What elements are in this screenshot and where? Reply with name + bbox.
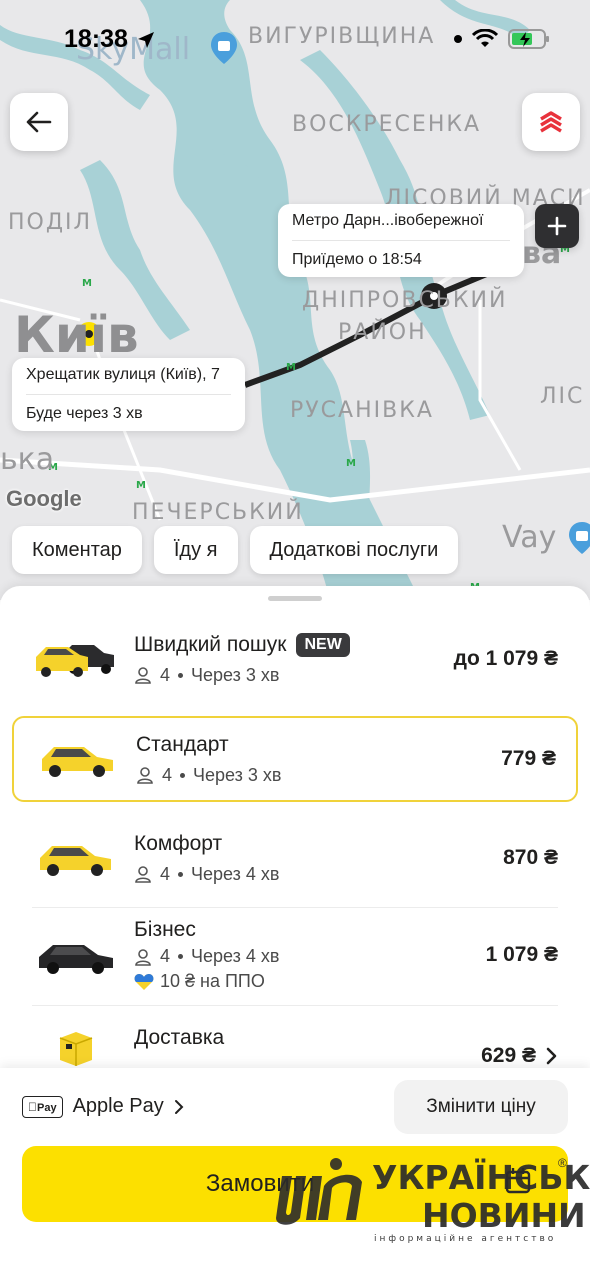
map-label-vay: Vay xyxy=(502,520,557,555)
svg-text:М: М xyxy=(136,480,146,491)
promo-text: 10 ₴ на ППО xyxy=(160,971,265,991)
wait-time: Через 4 хв xyxy=(191,863,280,884)
svg-text:М: М xyxy=(286,362,296,373)
destination-bubble[interactable]: Метро Дарн...івобережної Приїдемо о 18:5… xyxy=(278,204,524,277)
meta-dot xyxy=(178,672,184,678)
tariff-name: Бізнес xyxy=(134,918,196,941)
car-yellow-icon xyxy=(28,729,128,789)
tariff-comfort[interactable]: Комфорт 4 Через 4 хв 870 ₴ xyxy=(12,815,578,901)
tariff-price: 779 ₴ xyxy=(501,747,556,770)
car-black-icon xyxy=(26,925,126,985)
order-button[interactable]: Замовити xyxy=(22,1146,568,1222)
order-panel: Pay Apple Pay Змінити ціну Замовити xyxy=(0,1068,590,1280)
wait-time: Через 3 хв xyxy=(193,764,282,785)
google-logo: Google xyxy=(6,486,82,511)
signal-dot-icon xyxy=(454,35,462,43)
wifi-icon xyxy=(472,29,498,47)
status-time: 18:38 xyxy=(64,25,128,53)
location-arrow-icon xyxy=(138,32,154,48)
pickup-bubble[interactable]: Хрещатик вулиця (Київ), 7 Буде через 3 х… xyxy=(12,358,245,431)
extra-services-chip[interactable]: Додаткові послуги xyxy=(249,526,459,574)
destination-eta: Приїдемо о 18:54 xyxy=(292,251,422,268)
back-button[interactable] xyxy=(10,93,68,151)
payment-method-button[interactable]: Pay Apple Pay xyxy=(22,1095,184,1118)
tariff-price: до 1 079 ₴ xyxy=(453,647,558,670)
layers-icon xyxy=(540,111,562,133)
mall-pin-icon xyxy=(211,32,237,64)
tariff-price: 870 ₴ xyxy=(503,846,558,869)
map-label-kyiv: Київ xyxy=(14,306,139,364)
map-label-pecherskyi: ПЕЧЕРСЬКИЙ xyxy=(132,500,304,525)
car-pair-icon xyxy=(26,629,126,689)
passenger-icon xyxy=(135,667,151,684)
option-chips: Коментар Їду я Додаткові послуги xyxy=(12,526,459,574)
chevron-right-icon xyxy=(546,1047,557,1065)
meta-dot xyxy=(178,871,184,877)
package-icon xyxy=(26,1026,126,1070)
sheet-grabber[interactable] xyxy=(268,596,322,601)
map-label-rusanivka: РУСАНІВКА xyxy=(290,398,434,423)
map-label-raion: РАЙОН xyxy=(338,320,427,345)
status-icons xyxy=(454,28,550,50)
tariff-name: Комфорт xyxy=(134,831,223,855)
riding-myself-chip[interactable]: Їду я xyxy=(153,526,238,574)
order-label: Замовити xyxy=(205,1170,315,1197)
pickup-eta: Буде через 3 хв xyxy=(26,405,143,422)
passenger-icon xyxy=(135,866,151,883)
map-label-ka: ька xyxy=(0,442,55,477)
map-label-lis: ЛІС xyxy=(540,384,585,409)
seat-count: 4 xyxy=(162,764,173,785)
seat-count: 4 xyxy=(160,664,171,685)
battery-icon xyxy=(508,29,549,49)
destination-name: Метро Дарн...івобережної xyxy=(292,212,510,241)
passenger-icon xyxy=(135,948,151,966)
svg-text:М: М xyxy=(346,458,356,469)
tariff-fast-search[interactable]: Швидкий пошук NEW 4 Через 3 хв до 1 079 ₴ xyxy=(12,616,578,702)
arrow-left-icon xyxy=(26,111,52,133)
wait-time: Через 3 хв xyxy=(191,664,280,685)
comment-chip[interactable]: Коментар xyxy=(12,526,142,574)
tariff-standard[interactable]: Стандарт 4 Через 3 хв 779 ₴ xyxy=(12,716,578,802)
tariff-divider xyxy=(32,1005,558,1006)
passenger-icon xyxy=(137,767,153,784)
new-badge: NEW xyxy=(296,632,350,657)
meta-dot xyxy=(180,772,186,778)
tariff-price: 629 ₴ xyxy=(481,1044,536,1067)
shop-pin-icon xyxy=(569,522,590,554)
pickup-address: Хрещатик вулиця (Київ), 7 xyxy=(26,366,231,395)
map[interactable]: МММ ММММ SkyMall ВИГУРІВЩИНА ВОСКРЕСЕНКА… xyxy=(0,0,590,600)
plus-icon xyxy=(547,216,567,236)
add-stop-button[interactable] xyxy=(535,204,579,248)
seat-count: 4 xyxy=(160,863,171,884)
seat-count: 4 xyxy=(160,946,171,966)
svg-text:М: М xyxy=(82,278,92,289)
ukraine-heart-icon xyxy=(134,973,154,990)
map-label-podil: ПОДІЛ xyxy=(8,210,93,235)
tariff-name: Доставка xyxy=(134,1026,225,1049)
map-label-vyhurivshchyna: ВИГУРІВЩИНА xyxy=(248,24,436,49)
apple-pay-icon: Pay xyxy=(22,1095,63,1118)
payment-label: Apple Pay xyxy=(63,1095,164,1117)
tariff-business[interactable]: Бізнес 4 Через 4 хв 10 ₴ на ППО 1 079 ₴ xyxy=(12,910,578,1000)
wait-time: Через 4 хв xyxy=(191,946,280,966)
tariff-name: Стандарт xyxy=(136,732,229,756)
map-label-dniprovskyi: ДНІПРОВСЬКИЙ xyxy=(302,288,508,313)
tariff-price: 1 079 ₴ xyxy=(485,943,558,966)
tariff-name: Швидкий пошук xyxy=(134,632,287,656)
meta-dot xyxy=(178,954,184,959)
chevron-right-icon xyxy=(174,1099,184,1114)
change-price-button[interactable]: Змінити ціну xyxy=(394,1080,568,1134)
layers-button[interactable] xyxy=(522,93,580,151)
map-label-voskresenka: ВОСКРЕСЕНКА xyxy=(292,112,482,137)
car-yellow-icon xyxy=(26,828,126,888)
tariff-divider xyxy=(32,907,558,908)
